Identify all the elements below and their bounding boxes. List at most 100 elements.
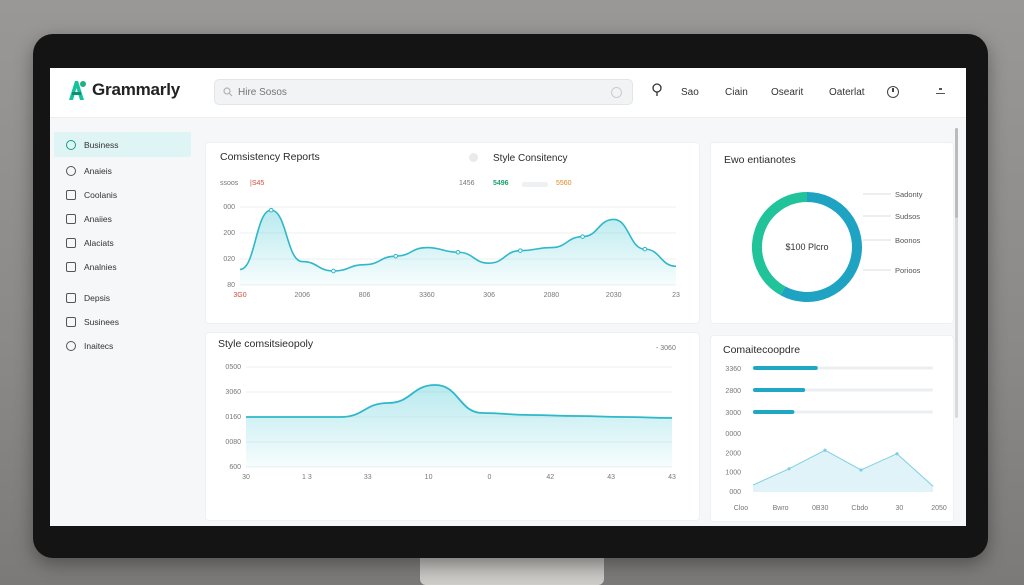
info-icon[interactable] bbox=[469, 153, 478, 162]
legend-value: 5496 bbox=[493, 180, 509, 187]
x-tick-label: 33 bbox=[364, 474, 372, 481]
y-tick-label: 600 bbox=[229, 464, 241, 471]
data-point bbox=[580, 234, 585, 239]
nav-item-osearit[interactable]: Osearit bbox=[771, 87, 803, 98]
donut-chart: $100 Plcro Sadonty Sudsos Boonos Porioos bbox=[752, 190, 923, 302]
x-tick-label: 23 bbox=[672, 292, 680, 299]
list-icon bbox=[66, 261, 76, 272]
sidebar-item-label: Analnies bbox=[84, 261, 117, 272]
bar-label: 2800 bbox=[725, 388, 741, 395]
y-tick-label: 000 bbox=[223, 204, 235, 211]
style-area-chart: 0500 3060 0160 0080 60030 1 3 33 10 0 42 43 43 bbox=[225, 364, 676, 481]
x-tick-label: 3360 bbox=[419, 292, 435, 299]
sidebar-item-analnies[interactable]: Analnies bbox=[54, 254, 191, 279]
search-bar[interactable] bbox=[214, 79, 633, 105]
bar-label: 3360 bbox=[725, 366, 741, 373]
grammarly-logo-icon bbox=[69, 81, 86, 100]
app-window: Grammarly Sao Ciain Osearit Oaterlat Bus… bbox=[50, 68, 966, 526]
legend-value: |S45 bbox=[250, 180, 265, 187]
bar-fill bbox=[753, 388, 806, 392]
y-tick-label: 80 bbox=[227, 282, 235, 289]
donut-legend-label: Boonos bbox=[895, 236, 921, 245]
x-tick-label: 3G0 bbox=[233, 292, 246, 299]
legend-value: 5560 bbox=[556, 180, 572, 187]
sidebar-item-anaiies[interactable]: Anaiies bbox=[54, 206, 191, 231]
style-chart-card: Style comsitsieopoly - 3060 0500 3060 0160… bbox=[206, 333, 699, 520]
sidebar-item-label: Anaiies bbox=[84, 213, 112, 224]
search-clear-icon[interactable] bbox=[611, 87, 622, 98]
data-point bbox=[823, 448, 827, 452]
bar-fill bbox=[753, 366, 818, 370]
sidebar-item-coolanis[interactable]: Coolanis bbox=[54, 182, 191, 207]
sidebar-item-depsis[interactable]: Depsis bbox=[54, 285, 191, 310]
x-tick-label: 2006 bbox=[294, 292, 310, 299]
sidebar-item-label: Coolanis bbox=[84, 189, 118, 200]
bar-label: 3000 bbox=[725, 410, 741, 417]
y-tick-label: 000 bbox=[729, 489, 741, 496]
legend-bar bbox=[522, 182, 548, 187]
x-tick-label: 0 bbox=[487, 474, 491, 481]
help-icon bbox=[66, 340, 76, 351]
sidebar-item-label: Alaciats bbox=[84, 237, 114, 248]
card-corner-value: - 3060 bbox=[656, 345, 676, 352]
x-tick-label: 806 bbox=[359, 292, 371, 299]
x-tick-label: Cloo bbox=[734, 505, 749, 512]
x-tick-label: Cbdo bbox=[851, 505, 868, 512]
x-tick-label: 42 bbox=[546, 474, 554, 481]
menu-icon[interactable] bbox=[936, 88, 945, 97]
sidebar-item-alaciats[interactable]: Alaciats bbox=[54, 230, 191, 255]
sidebar-item-susinees[interactable]: Susinees bbox=[54, 309, 191, 334]
pin-icon[interactable] bbox=[651, 83, 663, 97]
clock-icon[interactable] bbox=[887, 86, 899, 98]
y-tick-label: 0160 bbox=[225, 414, 241, 421]
sidebar: Business Anaieis Coolanis Anaiies Alacia… bbox=[50, 118, 198, 526]
data-point bbox=[517, 248, 523, 253]
x-tick-label: 2050 bbox=[931, 505, 947, 512]
comparison-card: Comaitecoopdre 3360 2800 3000 0000 2000 1000 0… bbox=[711, 336, 953, 521]
y-tick-label: 2000 bbox=[725, 450, 741, 457]
nav-item-ciain[interactable]: Ciain bbox=[725, 87, 748, 98]
report-icon bbox=[66, 292, 76, 303]
data-point bbox=[268, 207, 274, 213]
image-icon bbox=[66, 316, 76, 327]
data-point bbox=[895, 452, 899, 456]
card-title: Style comsitsieopoly bbox=[218, 338, 314, 350]
legend-value: ssoos bbox=[220, 180, 239, 187]
consistency-area-chart: 000 200 020 80 3G0 2006 806 3360 306 2080 2030 23 bbox=[223, 204, 680, 299]
donut-legend-label: Porioos bbox=[895, 266, 921, 275]
brand-name: Grammarly bbox=[92, 80, 180, 99]
search-input[interactable] bbox=[238, 86, 608, 98]
donut-center-label: $100 Plcro bbox=[785, 242, 828, 252]
search-icon bbox=[223, 87, 233, 97]
sidebar-item-anaieis[interactable]: Anaieis bbox=[54, 158, 191, 183]
chart-icon bbox=[66, 213, 76, 224]
sidebar-item-label: Depsis bbox=[84, 292, 110, 303]
sidebar-item-inaitecs[interactable]: Inaitecs bbox=[54, 333, 191, 358]
y-tick-label: 0080 bbox=[225, 439, 241, 446]
sidebar-item-label: Business bbox=[84, 139, 119, 150]
donut-card: Ewo entianotes $100 Plcro Sadonty Sudsos Bo… bbox=[711, 143, 953, 323]
data-point bbox=[331, 268, 336, 274]
nav-item-oaterlat[interactable]: Oaterlat bbox=[829, 87, 865, 98]
x-tick-label: 2080 bbox=[544, 292, 560, 299]
sidebar-item-label: Susinees bbox=[84, 316, 119, 327]
clock-icon bbox=[66, 165, 76, 176]
card-title: Comsistency Reports bbox=[220, 151, 320, 163]
sidebar-item-business[interactable]: Business bbox=[54, 132, 191, 157]
data-point bbox=[859, 468, 863, 472]
trend-icon bbox=[66, 237, 76, 248]
y-tick-label: 0500 bbox=[225, 364, 241, 371]
y-tick-label: 0000 bbox=[725, 431, 741, 438]
calendar-icon bbox=[66, 189, 76, 200]
data-point bbox=[787, 467, 791, 471]
legend-value: 1456 bbox=[459, 180, 475, 187]
brand-logo[interactable]: Grammarly bbox=[66, 78, 180, 102]
donut-legend-label: Sadonty bbox=[895, 190, 923, 199]
x-tick-label: 30 bbox=[896, 505, 904, 512]
bar-fill bbox=[753, 410, 795, 414]
nav-item-sao[interactable]: Sao bbox=[681, 87, 699, 98]
donut-legend-label: Sudsos bbox=[895, 212, 920, 221]
top-bar: Grammarly Sao Ciain Osearit Oaterlat bbox=[50, 68, 966, 118]
data-point bbox=[393, 253, 399, 259]
scrollbar-thumb[interactable] bbox=[955, 128, 958, 218]
